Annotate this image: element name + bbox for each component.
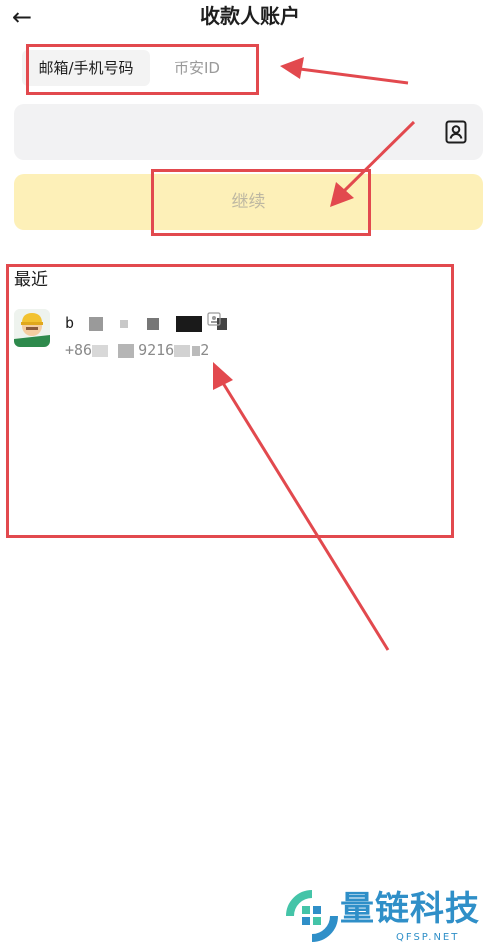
watermark-subtext: QFSP.NET	[396, 932, 460, 943]
annotation-arrows	[213, 57, 416, 651]
watermark-logo: 量链科技 QFSP.NET	[284, 888, 498, 948]
watermark-text: 量链科技	[340, 889, 480, 929]
watermark-logo-icon	[286, 890, 338, 942]
